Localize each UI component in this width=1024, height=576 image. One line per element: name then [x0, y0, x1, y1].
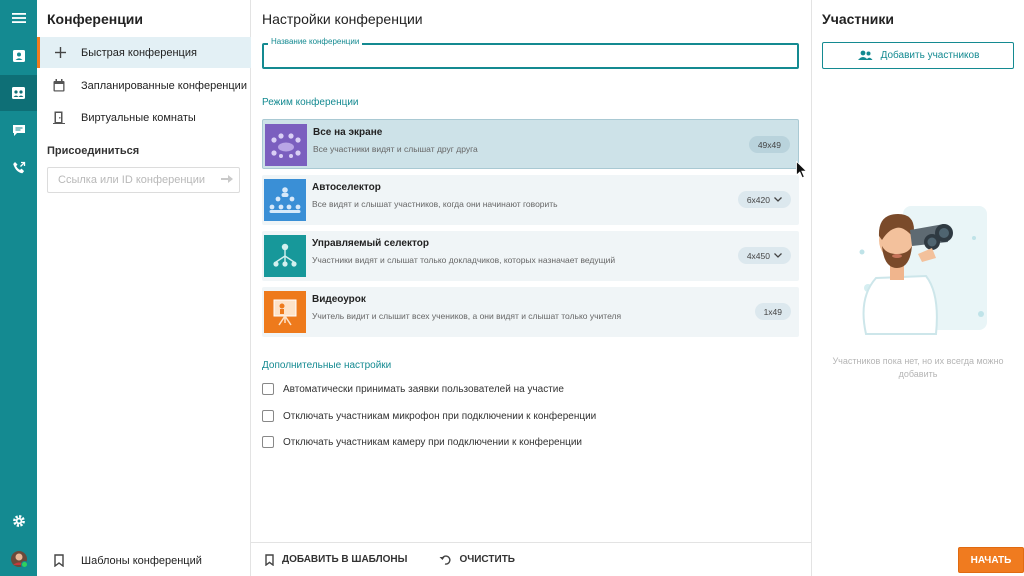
empty-state-text: Участников пока нет, но их всегда можно … [832, 356, 1004, 379]
mouse-cursor [796, 160, 808, 182]
left-rail [0, 0, 37, 576]
settings-panel: Настройки конференции Название конференц… [251, 0, 811, 576]
templates-label: Шаблоны конференций [81, 554, 202, 567]
badge-text: 4x450 [746, 250, 770, 261]
mode-desc: Все участники видят и слышат друг друга [313, 144, 478, 154]
clear-button[interactable]: ОЧИСТИТЬ [439, 543, 515, 576]
badge-text: 1x49 [763, 306, 782, 317]
checkbox-disable-camera[interactable]: Отключать участникам камеру при подключе… [262, 436, 582, 448]
mode-section-title: Режим конференции [262, 97, 359, 108]
calendar-icon [37, 79, 81, 92]
add-to-templates-label: ДОБАВИТЬ В ШАБЛОНЫ [282, 554, 408, 565]
mode-desc: Все видят и слышат участников, когда они… [312, 199, 558, 209]
bookmark-icon [37, 554, 81, 567]
join-title: Присоединиться [47, 145, 140, 157]
calls-icon[interactable] [0, 150, 37, 186]
menu-icon[interactable] [0, 0, 37, 36]
mode-all-on-screen[interactable]: Все на экране Все участники видят и слыш… [262, 119, 799, 169]
sidebar-item-quick-conference[interactable]: Быстрая конференция [37, 37, 251, 68]
add-user-icon [857, 50, 873, 60]
conference-name-label: Название конференции [268, 37, 363, 46]
conference-icon[interactable] [0, 75, 37, 111]
mode-managed-selector[interactable]: Управляемый селектор Участники видят и с… [262, 231, 799, 281]
checkbox-box[interactable] [262, 383, 274, 395]
bookmark-icon [265, 553, 274, 566]
avatar[interactable] [0, 541, 37, 576]
contacts-icon[interactable] [0, 38, 37, 74]
join-input[interactable] [58, 174, 221, 186]
participants-title: Участники [822, 11, 894, 27]
mode-title: Управляемый селектор [312, 238, 429, 249]
plus-icon [40, 47, 81, 58]
mode-title: Все на экране [313, 127, 383, 138]
mode-desc: Участники видят и слышат только докладчи… [312, 255, 616, 265]
checkbox-auto-accept[interactable]: Автоматически принимать заявки пользоват… [262, 383, 564, 395]
managed-selector-icon [264, 235, 306, 277]
all-on-screen-icon [265, 124, 307, 166]
add-participants-button[interactable]: Добавить участников [822, 42, 1014, 69]
conference-name-input[interactable] [264, 45, 797, 67]
sidebar-item-virtual-rooms[interactable]: Виртуальные комнаты [37, 102, 251, 133]
badge-text: 6x420 [746, 194, 770, 205]
sidebar-item-scheduled-conferences[interactable]: Запланированные конференции [37, 70, 251, 101]
conferences-panel: Конференции Быстрая конференция Запланир… [37, 0, 251, 576]
checkbox-label: Отключать участникам микрофон при подклю… [283, 410, 597, 422]
join-field[interactable] [47, 167, 240, 193]
participants-panel: Участники Добавить участников Участников… [811, 0, 1024, 576]
settings-bottom-bar: ДОБАВИТЬ В ШАБЛОНЫ ОЧИСТИТЬ [251, 542, 811, 576]
chat-icon[interactable] [0, 112, 37, 148]
mode-badge: 49x49 [748, 136, 790, 153]
mode-title: Видеоурок [312, 294, 366, 305]
auto-selector-icon [264, 179, 306, 221]
arrow-right-icon[interactable] [221, 174, 233, 187]
mode-video-lesson[interactable]: Видеоурок Учитель видит и слышит всех уч… [262, 287, 799, 337]
start-button[interactable]: НАЧАТЬ [958, 547, 1024, 573]
sidebar-title: Конференции [47, 11, 144, 27]
templates-button[interactable]: Шаблоны конференций [37, 545, 251, 576]
settings-icon[interactable] [0, 503, 37, 539]
mode-badge-dropdown[interactable]: 6x420 [737, 191, 791, 208]
mode-desc: Учитель видит и слышит всех учеников, а … [312, 311, 622, 321]
sidebar-item-label: Виртуальные комнаты [81, 111, 196, 124]
mode-badge: 1x49 [754, 303, 791, 320]
extra-section-title: Дополнительные настройки [262, 360, 392, 371]
sidebar-item-label: Быстрая конференция [81, 46, 197, 59]
checkbox-label: Отключать участникам камеру при подключе… [283, 436, 583, 448]
add-to-templates-button[interactable]: ДОБАВИТЬ В ШАБЛОНЫ [265, 543, 407, 576]
chevron-down-icon [774, 253, 782, 258]
clear-label: ОЧИСТИТЬ [459, 554, 515, 565]
sidebar-item-label: Запланированные конференции [81, 79, 247, 92]
badge-text: 49x49 [757, 139, 781, 150]
undo-icon [439, 554, 451, 565]
checkbox-box[interactable] [262, 436, 274, 448]
mode-title: Автоселектор [312, 182, 381, 193]
door-icon [37, 111, 81, 124]
video-lesson-icon [264, 291, 306, 333]
add-participants-label: Добавить участников [880, 50, 980, 61]
mode-auto-selector[interactable]: Автоселектор Все видят и слышат участник… [262, 175, 799, 225]
checkbox-label: Автоматически принимать заявки пользоват… [283, 383, 564, 395]
empty-state-illustration [848, 198, 998, 338]
chevron-down-icon [774, 197, 782, 202]
mode-badge-dropdown[interactable]: 4x450 [737, 247, 791, 264]
settings-title: Настройки конференции [262, 11, 423, 27]
checkbox-box[interactable] [262, 410, 274, 422]
conference-name-field[interactable] [262, 43, 799, 69]
checkbox-mute-mic[interactable]: Отключать участникам микрофон при подклю… [262, 410, 596, 422]
